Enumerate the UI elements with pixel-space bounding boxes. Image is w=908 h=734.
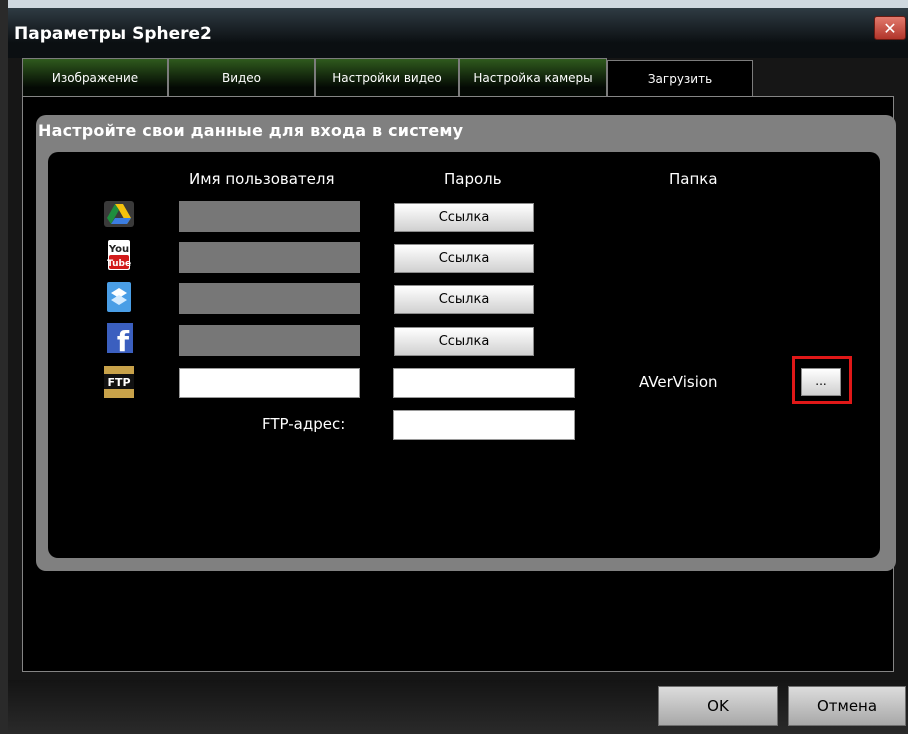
window-title: Параметры Sphere2 — [14, 24, 212, 44]
header-username: Имя пользователя — [189, 170, 335, 188]
section-title: Настройте свои данные для входа в систем… — [38, 121, 464, 140]
dropbox-icon — [103, 282, 135, 312]
header-password: Пароль — [444, 170, 502, 188]
svg-text:f: f — [117, 325, 130, 353]
svg-text:Tube: Tube — [107, 259, 131, 269]
ftp-password-field[interactable] — [393, 368, 575, 398]
svg-text:FTP: FTP — [107, 376, 130, 389]
facebook-icon: f — [103, 323, 135, 358]
ftp-folder-value: AVerVision — [639, 373, 718, 391]
ftp-address-label: FTP-адрес: — [262, 415, 346, 433]
close-button[interactable]: ✕ — [874, 16, 906, 40]
ftp-icon: FTP — [103, 366, 135, 398]
google-drive-username — [179, 201, 360, 232]
facebook-link-button[interactable]: Ссылка — [394, 327, 534, 356]
browse-folder-button[interactable]: ... — [801, 368, 841, 396]
svg-text:You: You — [108, 244, 129, 255]
background-edge — [0, 0, 8, 734]
youtube-link-button[interactable]: Ссылка — [394, 244, 534, 273]
google-drive-icon — [103, 200, 135, 228]
header-folder: Папка — [669, 170, 718, 188]
ftp-username-field[interactable] — [179, 368, 360, 398]
title-bar: Параметры Sphere2 ✕ — [8, 8, 908, 58]
google-drive-link-button[interactable]: Ссылка — [394, 203, 534, 232]
dropbox-link-button[interactable]: Ссылка — [394, 285, 534, 314]
ftp-address-field[interactable] — [393, 410, 575, 440]
facebook-username — [179, 325, 360, 356]
youtube-icon: You Tube — [103, 240, 135, 270]
tab-video[interactable]: Видео — [168, 58, 315, 97]
youtube-username — [179, 242, 360, 273]
cancel-button[interactable]: Отмена — [788, 686, 906, 726]
tab-camera-settings[interactable]: Настройка камеры — [459, 58, 607, 97]
tab-video-settings[interactable]: Настройки видео — [315, 58, 459, 97]
tab-image[interactable]: Изображение — [22, 58, 168, 97]
dropbox-username — [179, 283, 360, 314]
ok-button[interactable]: OK — [658, 686, 778, 726]
tab-upload[interactable]: Загрузить — [607, 60, 753, 97]
